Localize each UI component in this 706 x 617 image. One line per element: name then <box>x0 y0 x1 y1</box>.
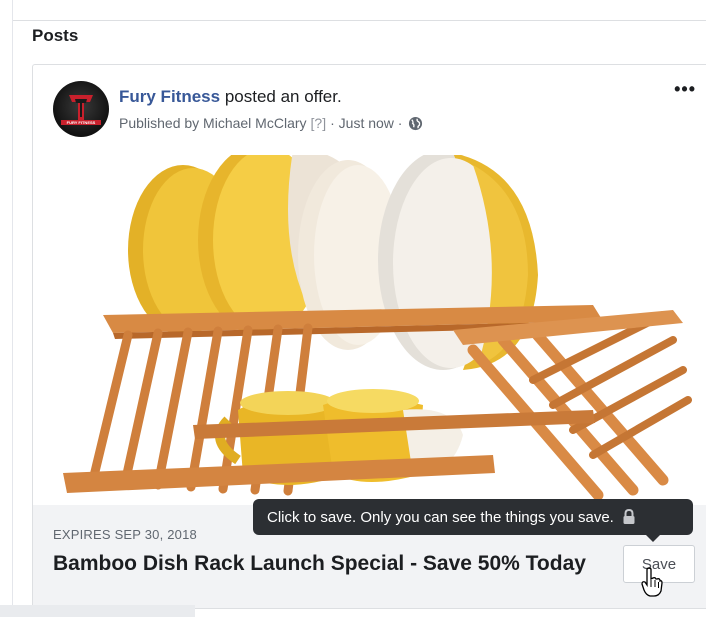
avatar-brand-text: FURY FITNESS <box>67 120 96 125</box>
page-avatar[interactable]: FURY FITNESS <box>53 81 109 137</box>
tooltip-text: Click to save. Only you can see the thin… <box>267 508 614 526</box>
hand-cursor-icon <box>641 567 663 597</box>
save-tooltip: Click to save. Only you can see the thin… <box>253 499 693 535</box>
post-subtitle: Published by Michael McClary [?] · Just … <box>119 115 423 131</box>
fury-logo-icon: FURY FITNESS <box>61 95 101 125</box>
lock-icon <box>623 509 635 524</box>
published-by-text[interactable]: Published by Michael McClary <box>119 115 307 131</box>
offer-title[interactable]: Bamboo Dish Rack Launch Special - Save 5… <box>53 549 593 579</box>
dish-rack-image <box>63 155 692 501</box>
section-title: Posts <box>32 26 79 45</box>
bottom-edge <box>0 605 195 617</box>
more-options-icon[interactable]: ••• <box>674 79 696 100</box>
tooltip-arrow <box>646 535 660 542</box>
timestamp[interactable]: · Just now · <box>330 115 402 131</box>
globe-icon <box>409 116 423 130</box>
top-divider <box>12 20 706 21</box>
offer-photo[interactable] <box>33 155 706 505</box>
help-mark[interactable]: [?] <box>311 115 327 131</box>
post-action-text: posted an offer. <box>220 87 342 106</box>
post-header: Fury Fitness posted an offer. <box>119 87 342 107</box>
left-divider <box>12 0 13 605</box>
page-name-link[interactable]: Fury Fitness <box>119 87 220 106</box>
expiration-date: EXPIRES SEP 30, 2018 <box>53 527 197 542</box>
